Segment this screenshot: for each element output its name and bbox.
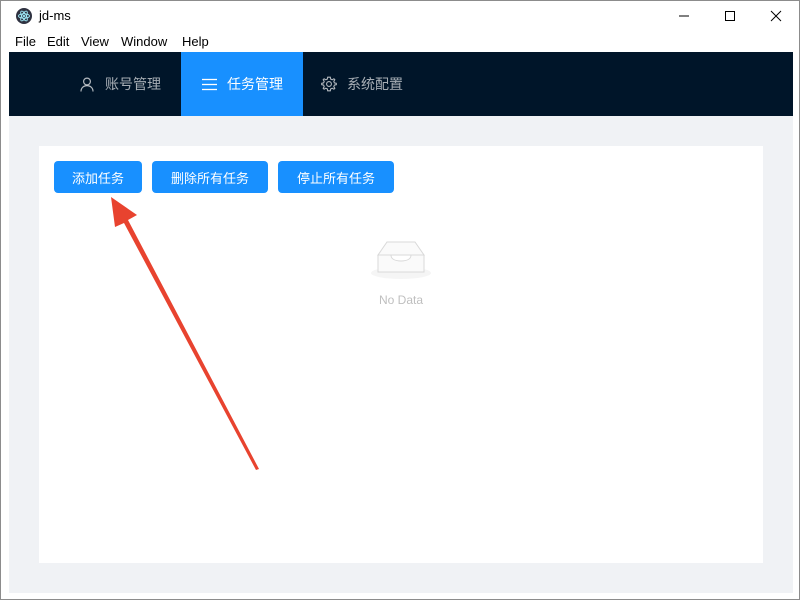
menu-edit[interactable]: Edit <box>47 34 69 49</box>
add-task-button[interactable]: 添加任务 <box>54 161 142 193</box>
menu-file[interactable]: File <box>15 34 36 49</box>
nav-item-config[interactable]: 系统配置 <box>321 52 431 116</box>
app-window: jd-ms File Edit View Window Help 账号管理 任务… <box>0 0 800 600</box>
title-bar[interactable]: jd-ms <box>1 1 799 31</box>
gear-icon <box>321 76 337 92</box>
empty-state-text: No Data <box>378 293 424 307</box>
nav-label-tasks: 任务管理 <box>227 77 283 93</box>
menu-window[interactable]: Window <box>121 34 167 49</box>
close-icon <box>770 10 782 22</box>
menu-view[interactable]: View <box>81 34 109 49</box>
delete-all-tasks-button[interactable]: 删除所有任务 <box>152 161 268 193</box>
maximize-button[interactable] <box>707 1 753 31</box>
nav-item-tasks[interactable]: 任务管理 <box>181 52 303 116</box>
nav-label-config: 系统配置 <box>347 77 403 93</box>
top-nav: 账号管理 任务管理 系统配置 <box>9 52 793 116</box>
nav-item-accounts[interactable]: 账号管理 <box>79 52 189 116</box>
close-button[interactable] <box>753 1 799 31</box>
nav-label-accounts: 账号管理 <box>105 77 161 93</box>
user-icon <box>79 76 95 92</box>
minimize-icon <box>679 15 689 17</box>
menu-bar: File Edit View Window Help <box>1 32 799 52</box>
menu-help[interactable]: Help <box>182 34 209 49</box>
stop-all-tasks-button[interactable]: 停止所有任务 <box>278 161 394 193</box>
minimize-button[interactable] <box>661 1 707 31</box>
inbox-icon <box>369 239 433 280</box>
maximize-icon <box>725 11 735 21</box>
annotation-arrow <box>111 197 259 470</box>
window-title: jd-ms <box>39 8 71 23</box>
list-icon <box>201 76 217 92</box>
electron-app-icon <box>16 8 32 24</box>
